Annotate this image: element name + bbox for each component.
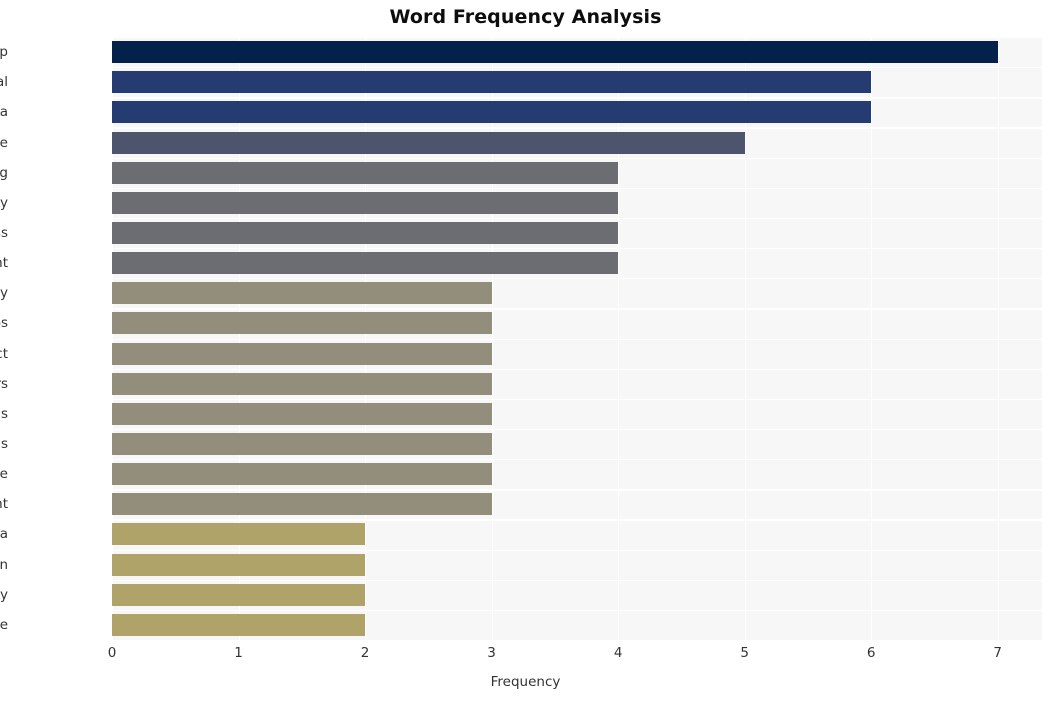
y-tick-label-testimony: testimony (0, 194, 8, 211)
horizontal-gridline (112, 398, 1042, 401)
bar-testimony (112, 191, 619, 214)
x-tick-label-1: 1 (234, 645, 243, 661)
y-tick-label-ceos: ceos (0, 315, 8, 332)
bar-app (112, 41, 998, 64)
horizontal-gridline (112, 519, 1042, 521)
horizontal-gridline (112, 640, 1042, 642)
horizontal-gridline (112, 127, 1042, 129)
y-tick-label-apple: apple (0, 616, 8, 633)
x-tick-label-0: 0 (107, 645, 117, 661)
bar-users (112, 372, 492, 395)
bar-responsibility (112, 583, 366, 606)
bar-apple (112, 613, 366, 636)
horizontal-gridline (112, 308, 1042, 310)
x-axis-title: Frequency (490, 674, 561, 690)
horizontal-gridline (112, 338, 1042, 340)
horizontal-gridline (112, 278, 1042, 280)
x-tick-label-4: 4 (613, 645, 623, 661)
y-tick-label-store: store (0, 466, 8, 483)
y-tick-label-protect: protect (0, 345, 8, 362)
horizontal-gridline (112, 579, 1042, 581)
horizontal-gridline (112, 37, 1042, 39)
x-tick-label-5: 5 (740, 645, 749, 661)
horizontal-gridline (112, 368, 1042, 370)
bar-ceos (112, 312, 492, 335)
bar-protect (112, 342, 492, 365)
horizontal-gridline (112, 157, 1042, 159)
bar-congress (112, 221, 619, 244)
y-tick-label-company: company (0, 285, 8, 302)
bar-zuckerberg (112, 161, 619, 184)
horizontal-gridline (112, 248, 1042, 250)
bar-parent (112, 252, 619, 275)
bar-metas (112, 433, 492, 456)
bar-meta (112, 523, 366, 546)
y-tick-label-zuckerberg: zuckerberg (0, 164, 8, 181)
bar-media (112, 101, 872, 124)
y-tick-label-congress: congress (0, 224, 8, 241)
bar-teens (112, 402, 492, 425)
y-tick-label-verification: verification (0, 556, 8, 573)
bar-age (112, 131, 745, 154)
bar-store (112, 463, 492, 486)
horizontal-gridline (112, 217, 1042, 220)
x-tick-label-6: 6 (866, 645, 876, 661)
y-tick-label-app: app (0, 44, 8, 61)
y-tick-label-media: media (0, 104, 8, 121)
bar-social (112, 71, 872, 94)
y-tick-label-social: social (0, 74, 8, 91)
plot-area (112, 37, 1042, 642)
horizontal-gridline (112, 97, 1042, 99)
y-tick-label-age: age (0, 134, 8, 151)
horizontal-gridline (112, 609, 1042, 612)
chart-figure: Word Frequency Analysis app social media ag… (0, 0, 1051, 701)
y-tick-label-teens: teens (0, 405, 8, 422)
horizontal-gridline (112, 459, 1042, 461)
x-tick-label-7: 7 (993, 645, 1002, 661)
horizontal-gridline (112, 549, 1042, 551)
x-tick-label-3: 3 (487, 645, 496, 661)
chart-title: Word Frequency Analysis (389, 6, 662, 28)
horizontal-gridline (112, 489, 1042, 491)
horizontal-gridline (112, 428, 1042, 431)
y-tick-label-users: users (0, 375, 8, 392)
y-tick-label-meta: meta (0, 526, 8, 543)
y-tick-label-metas: metas (0, 436, 8, 453)
horizontal-gridline (112, 187, 1042, 190)
horizontal-gridline (112, 67, 1042, 69)
x-tick-label-2: 2 (360, 645, 370, 661)
y-tick-label-responsibility: responsibility (0, 586, 8, 603)
y-tick-label-want: want (0, 496, 8, 513)
y-tick-label-parent: parent (0, 255, 8, 272)
bar-company (112, 282, 492, 305)
bar-want (112, 493, 492, 516)
bar-verification (112, 553, 366, 576)
